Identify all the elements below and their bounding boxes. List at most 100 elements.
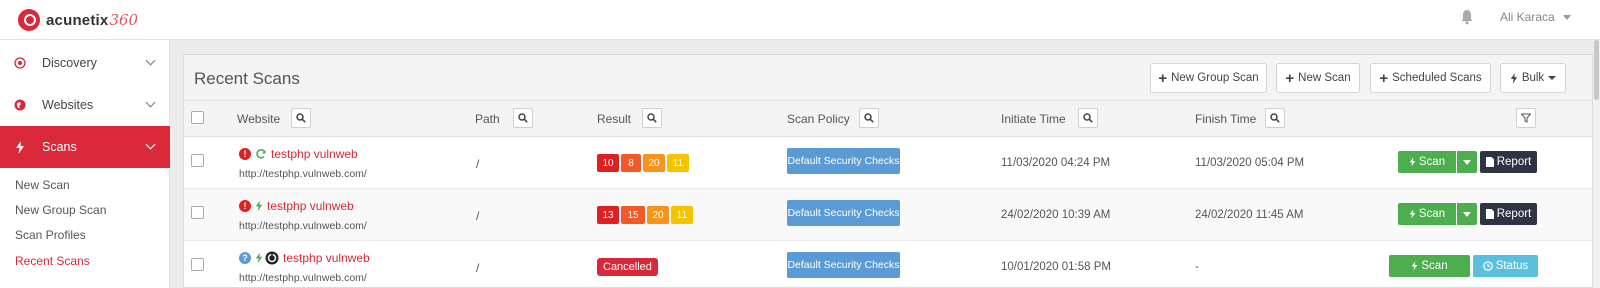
website-name-link[interactable]: testphp vulnweb xyxy=(283,251,370,265)
column-header-finish-time: Finish Time xyxy=(1195,112,1257,126)
top-bar: acunetix 360 Ali Karaca xyxy=(0,0,1600,40)
column-header-initiate-time: Initiate Time xyxy=(1001,112,1066,126)
bell-icon[interactable] xyxy=(1460,9,1474,25)
high-count-badge[interactable]: 15 xyxy=(621,206,645,224)
sidebar-item-label: Discovery xyxy=(42,56,97,70)
sidebar-subitem-new-group-scan[interactable]: New Group Scan xyxy=(15,203,106,217)
finish-time: 11/03/2020 05:04 PM xyxy=(1195,157,1305,169)
chevron-down-icon xyxy=(145,55,156,66)
caret-down-icon xyxy=(1463,211,1471,217)
plus-icon: + xyxy=(1379,69,1389,87)
filter-icon[interactable] xyxy=(1516,108,1536,128)
document-icon xyxy=(1485,209,1494,219)
sidebar-item-discovery[interactable]: Discovery xyxy=(0,42,170,84)
document-icon xyxy=(1485,157,1494,167)
button-label: Scan xyxy=(1421,260,1448,272)
scheduled-scans-button[interactable]: + Scheduled Scans xyxy=(1370,63,1491,93)
scrollbar-thumb[interactable] xyxy=(1594,40,1599,100)
caret-down-icon xyxy=(1463,159,1471,165)
search-icon[interactable] xyxy=(1265,108,1285,128)
path-value: / xyxy=(476,209,480,223)
panel-header: Recent Scans + New Group Scan + New Scan… xyxy=(184,55,1592,101)
report-button[interactable]: Report xyxy=(1480,151,1537,173)
row-checkbox[interactable] xyxy=(191,154,204,167)
scan-policy-badge[interactable]: Default Security Checks xyxy=(787,252,900,278)
search-icon[interactable] xyxy=(513,108,533,128)
scan-options-dropdown[interactable] xyxy=(1457,203,1477,225)
button-label: Scheduled Scans xyxy=(1392,72,1482,84)
search-icon[interactable] xyxy=(291,108,311,128)
path-value: / xyxy=(476,157,480,171)
new-scan-button[interactable]: + New Scan xyxy=(1276,63,1360,93)
low-count-badge[interactable]: 11 xyxy=(667,154,689,172)
bolt-icon xyxy=(1510,72,1518,84)
search-icon[interactable] xyxy=(642,108,662,128)
select-all-checkbox[interactable] xyxy=(191,111,204,124)
sidebar-subitem-new-scan[interactable]: New Scan xyxy=(15,178,70,192)
chevron-down-icon xyxy=(145,139,156,150)
initiate-time: 10/01/2020 01:58 PM xyxy=(1001,261,1111,273)
bolt-icon xyxy=(1412,261,1418,271)
column-header-path: Path xyxy=(475,112,500,126)
medium-count-badge[interactable]: 20 xyxy=(643,154,665,172)
caret-down-icon xyxy=(1548,76,1557,80)
sidebar-item-label: Scans xyxy=(42,140,77,154)
status-button[interactable]: Status xyxy=(1473,255,1538,277)
column-header-result: Result xyxy=(597,112,632,126)
chevron-down-icon xyxy=(145,97,156,108)
search-icon[interactable] xyxy=(1078,108,1098,128)
scan-options-dropdown[interactable] xyxy=(1457,151,1477,173)
scan-button[interactable]: Scan xyxy=(1398,203,1456,225)
table-row[interactable]: ? testphp vulnweb http://testphp.vulnweb… xyxy=(184,241,1592,288)
website-name-link[interactable]: testphp vulnweb xyxy=(267,199,354,213)
page-scrollbar[interactable] xyxy=(1593,40,1600,288)
alert-icon: ! xyxy=(239,148,251,160)
page-title: Recent Scans xyxy=(194,69,300,88)
new-group-scan-button[interactable]: + New Group Scan xyxy=(1150,63,1267,93)
button-label: Bulk xyxy=(1521,72,1545,84)
bulk-button[interactable]: Bulk xyxy=(1500,63,1566,93)
path-value: / xyxy=(476,261,480,275)
button-label: New Scan xyxy=(1298,72,1351,84)
acunetix-logo[interactable]: acunetix 360 xyxy=(18,8,138,32)
scan-button[interactable]: Scan xyxy=(1389,255,1470,277)
logo-suffix: 360 xyxy=(109,11,139,29)
column-header-scan-policy: Scan Policy xyxy=(787,112,850,126)
scan-policy-badge[interactable]: Default Security Checks xyxy=(787,200,900,226)
cancelled-status-icon xyxy=(265,251,279,265)
user-name: Ali Karaca xyxy=(1500,10,1555,24)
website-cell: ? testphp vulnweb xyxy=(239,251,370,265)
report-button[interactable]: Report xyxy=(1480,203,1537,225)
low-count-badge[interactable]: 11 xyxy=(671,206,693,224)
sidebar-item-scans[interactable]: Scans xyxy=(0,126,170,168)
scan-button[interactable]: Scan xyxy=(1398,151,1456,173)
critical-count-badge[interactable]: 13 xyxy=(597,206,619,224)
search-icon[interactable] xyxy=(859,108,879,128)
question-icon: ? xyxy=(239,252,251,264)
sidebar-subitem-scan-profiles[interactable]: Scan Profiles xyxy=(15,228,86,242)
logo-text: acunetix xyxy=(46,11,109,29)
button-label: New Group Scan xyxy=(1171,72,1259,84)
finish-time: - xyxy=(1195,261,1199,273)
plus-icon: + xyxy=(1285,69,1295,87)
button-label: Report xyxy=(1496,208,1532,220)
sidebar-subitem-recent-scans[interactable]: Recent Scans xyxy=(15,254,90,268)
caret-down-icon xyxy=(1562,14,1571,20)
medium-count-badge[interactable]: 20 xyxy=(647,206,669,224)
initiate-time: 24/02/2020 10:39 AM xyxy=(1001,209,1111,221)
button-label: Report xyxy=(1496,156,1532,168)
high-count-badge[interactable]: 8 xyxy=(621,154,641,172)
table-row[interactable]: ! testphp vulnweb http://testphp.vulnweb… xyxy=(184,137,1592,189)
critical-count-badge[interactable]: 10 xyxy=(597,154,619,172)
user-menu[interactable]: Ali Karaca xyxy=(1500,10,1571,24)
website-name-link[interactable]: testphp vulnweb xyxy=(271,147,358,161)
table-row[interactable]: ! testphp vulnweb http://testphp.vulnweb… xyxy=(184,189,1592,241)
row-checkbox[interactable] xyxy=(191,258,204,271)
button-label: Scan xyxy=(1418,156,1446,168)
row-checkbox[interactable] xyxy=(191,206,204,219)
refresh-icon xyxy=(256,149,266,159)
scan-policy-badge[interactable]: Default Security Checks xyxy=(787,148,900,174)
website-url: http://testphp.vulnweb.com/ xyxy=(239,168,367,180)
sidebar-item-websites[interactable]: Websites xyxy=(0,84,170,126)
logo-mark-icon xyxy=(18,9,40,31)
